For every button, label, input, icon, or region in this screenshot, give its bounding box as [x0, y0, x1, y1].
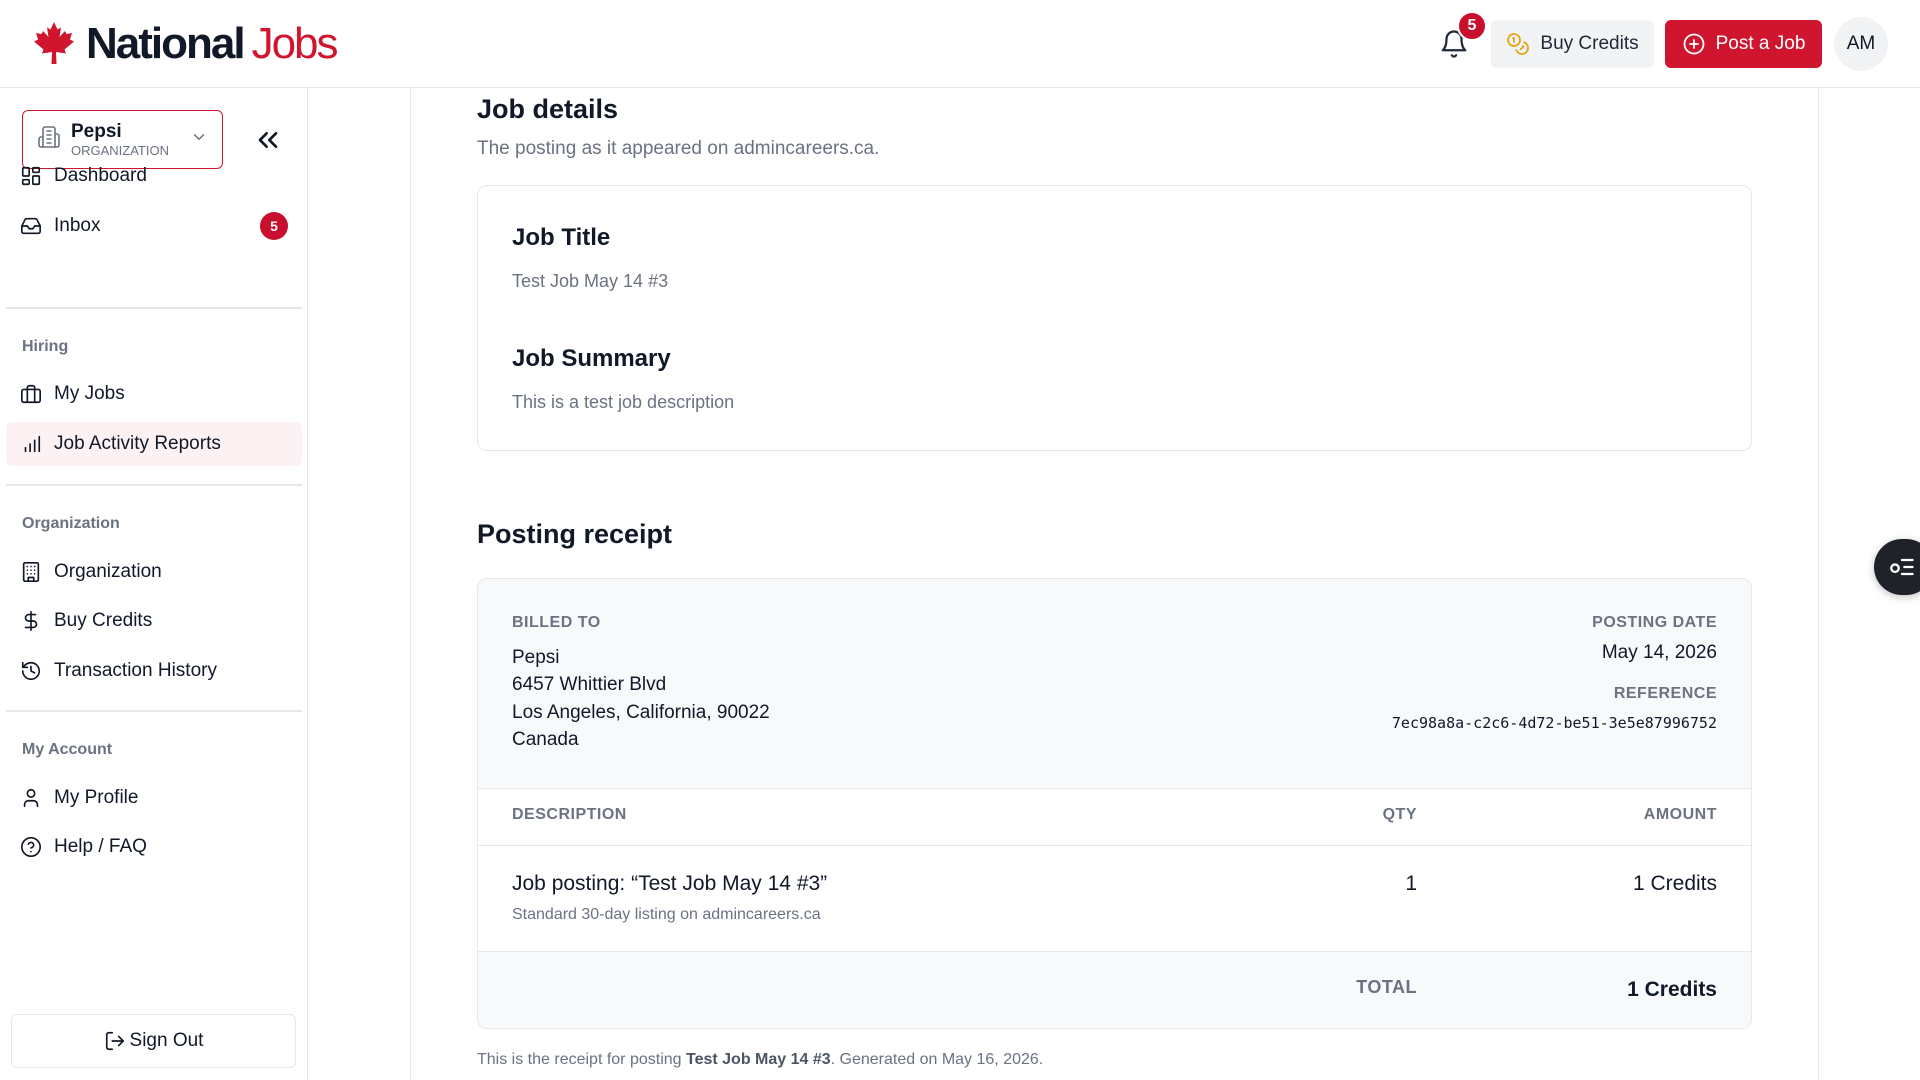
receipt-header: BILLED TO Pepsi 6457 Whittier Blvd Los A…	[478, 579, 1751, 789]
brand-name-secondary: Jobs	[251, 19, 339, 68]
dollar-icon	[24, 611, 38, 631]
maple-leaf-icon	[34, 22, 74, 64]
sidebar-divider	[6, 484, 302, 486]
bar-chart-icon	[24, 435, 41, 453]
sidebar-item-label: My Profile	[54, 787, 139, 808]
billed-to-line: Pepsi	[512, 647, 560, 668]
job-summary-value: This is a test job description	[512, 392, 735, 412]
line-item-qty: 1	[1405, 872, 1417, 895]
sidebar-divider	[6, 710, 302, 712]
brand-name-primary: National	[86, 19, 246, 68]
organization-text: Pepsi ORGANIZATION	[71, 121, 190, 159]
sidebar-item-help-faq[interactable]: Help / FAQ	[6, 825, 302, 869]
total-value: 1 Credits	[1627, 978, 1717, 1001]
log-out-icon	[105, 1031, 124, 1051]
job-details-title: Job details	[477, 94, 619, 124]
sidebar-item-buy-credits[interactable]: Buy Credits	[6, 599, 302, 643]
job-summary-label: Job Summary	[512, 345, 671, 372]
sidebar-section-my-account: My Account	[22, 741, 113, 758]
organization-name: Pepsi	[71, 120, 122, 142]
job-details-card: Job Title Test Job May 14 #3 Job Summary…	[477, 185, 1752, 451]
job-title-value: Test Job May 14 #3	[512, 271, 669, 291]
organization-icon	[37, 125, 61, 154]
briefcase-icon	[21, 384, 41, 404]
user-avatar[interactable]: AM	[1834, 17, 1888, 71]
job-title-label: Job Title	[512, 224, 611, 251]
reference-value: 7ec98a8a-c2c6-4d72-be51-3e5e87996752	[1391, 714, 1717, 732]
top-header: National Jobs 5 Buy Credits Post a Job AM	[0, 0, 1920, 88]
list-settings-icon	[1890, 558, 1914, 576]
footer-job-title: Test Job May 14 #3	[685, 1051, 831, 1068]
sidebar-item-transaction-history[interactable]: Transaction History	[6, 649, 302, 693]
notifications-badge: 5	[1457, 11, 1487, 41]
posting-receipt-card: BILLED TO Pepsi 6457 Whittier Blvd Los A…	[477, 578, 1752, 1029]
sidebar-item-my-profile[interactable]: My Profile	[6, 776, 302, 820]
sidebar-item-label: My Jobs	[54, 383, 125, 404]
sidebar-item-label: Organization	[54, 561, 162, 582]
sidebar-item-my-jobs[interactable]: My Jobs	[6, 372, 302, 416]
building-icon	[22, 562, 40, 582]
post-job-label: Post a Job	[1715, 33, 1806, 54]
floating-menu-button[interactable]	[1874, 539, 1920, 595]
sidebar-divider	[6, 307, 302, 309]
buy-credits-label: Buy Credits	[1540, 33, 1639, 54]
billed-to-line: Los Angeles, California, 90022	[512, 702, 770, 723]
sidebar-item-label: Dashboard	[54, 165, 147, 186]
inbox-icon	[21, 217, 41, 235]
sidebar-item-label: Transaction History	[54, 660, 217, 681]
total-label: TOTAL	[1356, 977, 1417, 997]
sidebar-item-label: Job Activity Reports	[54, 433, 221, 454]
line-item-subtext: Standard 30-day listing on admincareers.…	[512, 906, 821, 923]
sidebar-item-label: Help / FAQ	[54, 836, 147, 857]
history-icon	[21, 661, 41, 681]
chevron-down-icon	[190, 128, 208, 151]
job-details-subtitle: The posting as it appeared on admincaree…	[477, 138, 880, 159]
reference-label: REFERENCE	[1613, 685, 1717, 702]
billed-to-label: BILLED TO	[512, 614, 601, 631]
dashboard-icon	[21, 166, 41, 186]
coins-icon	[1507, 33, 1530, 55]
sidebar-item-inbox[interactable]: Inbox 5	[6, 204, 302, 248]
sign-out-button[interactable]: Sign Out	[11, 1014, 296, 1068]
sidebar-item-label: Inbox	[54, 215, 101, 236]
sidebar-section-hiring: Hiring	[22, 338, 69, 355]
plus-circle-icon	[1683, 33, 1705, 55]
user-icon	[23, 788, 39, 808]
posting-date-value: May 14, 2026	[1601, 642, 1717, 663]
receipt-footer-note: This is the receipt for posting Test Job…	[477, 1051, 1043, 1069]
post-job-button[interactable]: Post a Job	[1665, 20, 1822, 68]
column-amount: AMOUNT	[1643, 806, 1717, 823]
billed-to-line: Canada	[512, 729, 579, 750]
column-description: DESCRIPTION	[512, 806, 627, 823]
table-divider	[478, 845, 1751, 846]
sidebar-item-organization[interactable]: Organization	[6, 550, 302, 594]
collapse-sidebar-button[interactable]	[252, 124, 284, 156]
footer-prefix: This is the receipt for posting	[477, 1051, 686, 1068]
brand-logo[interactable]: National Jobs	[30, 18, 339, 70]
sign-out-label: Sign Out	[129, 1030, 204, 1051]
column-qty: QTY	[1382, 806, 1417, 823]
buy-credits-button[interactable]: Buy Credits	[1491, 20, 1654, 68]
line-item-description: Job posting: “Test Job May 14 #3”	[512, 872, 828, 895]
sidebar-item-dashboard[interactable]: Dashboard	[6, 154, 302, 198]
sidebar-item-label: Buy Credits	[54, 610, 153, 631]
line-item-amount: 1 Credits	[1632, 872, 1717, 895]
help-icon	[21, 837, 41, 857]
sidebar: Pepsi ORGANIZATION Dashboard Inbox 5 Hir…	[0, 88, 308, 1080]
brand-wordmark: National Jobs	[86, 19, 339, 68]
posting-date-label: POSTING DATE	[1592, 614, 1717, 631]
footer-suffix: . Generated on May 16, 2026.	[830, 1051, 1044, 1068]
billed-to-line: 6457 Whittier Blvd	[512, 674, 667, 695]
sidebar-section-organization: Organization	[22, 515, 120, 532]
receipt-total-row: TOTAL 1 Credits	[478, 951, 1751, 1028]
sidebar-item-job-activity-reports[interactable]: Job Activity Reports	[6, 422, 302, 466]
inbox-badge: 5	[260, 212, 288, 240]
posting-receipt-title: Posting receipt	[477, 519, 673, 549]
chevrons-left-icon	[258, 132, 278, 148]
